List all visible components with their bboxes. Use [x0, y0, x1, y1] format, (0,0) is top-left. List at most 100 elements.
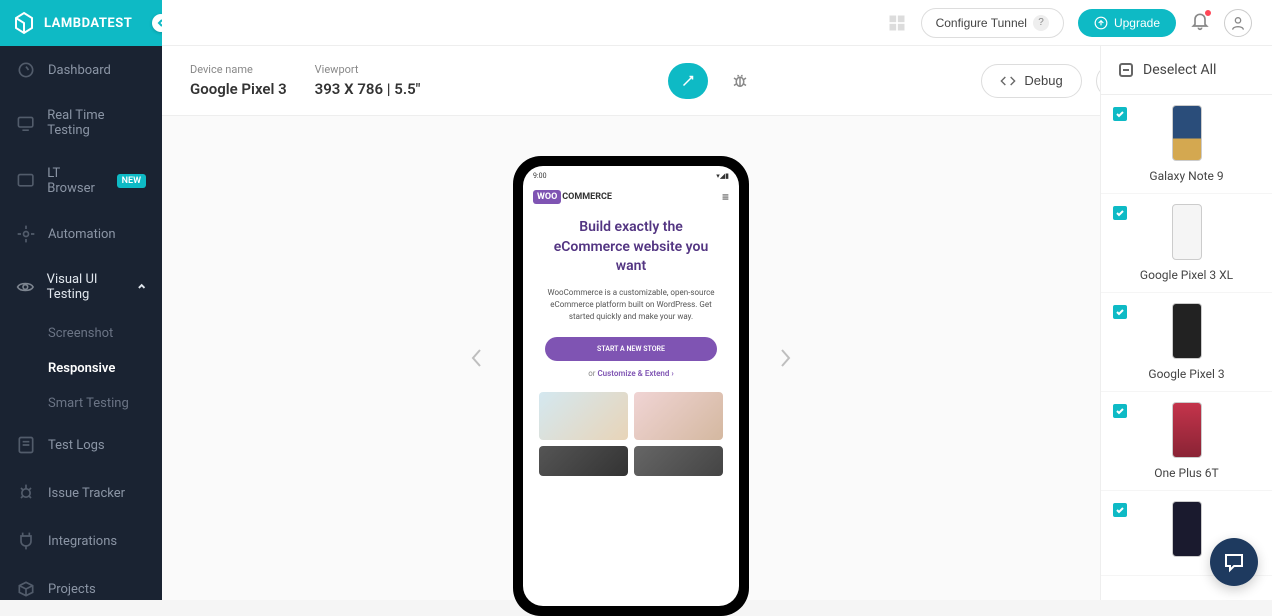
device-card-pixel3xl[interactable]: Google Pixel 3 XL: [1101, 194, 1272, 293]
bug-icon: [16, 483, 36, 503]
chevron-up-icon: [137, 282, 146, 292]
new-badge: NEW: [117, 174, 146, 188]
debug-label: Debug: [1024, 73, 1062, 88]
sidebar-item-realtime[interactable]: Real Time Testing: [0, 94, 162, 152]
phone-content: WOO COMMERCE ≡ Build exactly the eCommer…: [523, 182, 739, 484]
notification-dot: [1204, 9, 1212, 17]
sidebar-item-projects[interactable]: Projects: [0, 565, 162, 613]
sidebar-sub-responsive[interactable]: Responsive: [0, 351, 162, 386]
deselect-all-button[interactable]: Deselect All: [1101, 46, 1272, 95]
showcase-thumb: [634, 392, 723, 440]
device-name-label: Device name: [190, 63, 287, 76]
upgrade-button[interactable]: Upgrade: [1078, 9, 1176, 37]
device-card-galaxy-note9[interactable]: Galaxy Note 9: [1101, 95, 1272, 194]
sidebar-item-automation[interactable]: Automation: [0, 210, 162, 258]
prev-device-button[interactable]: [462, 338, 492, 378]
device-thumbnail: [1172, 105, 1202, 161]
sidebar-item-testlogs[interactable]: Test Logs: [0, 421, 162, 469]
sidebar: LAMBDATEST Dashboard Real Time Testing L…: [0, 0, 162, 600]
chat-icon: [1222, 550, 1246, 574]
device-name-value: Google Pixel 3: [190, 80, 287, 98]
logo-text: LAMBDATEST: [44, 16, 132, 31]
sidebar-item-ltbrowser[interactable]: LT Browser NEW: [0, 152, 162, 210]
box-icon: [16, 579, 36, 599]
configure-tunnel-button[interactable]: Configure Tunnel ?: [921, 8, 1064, 38]
start-store-button[interactable]: START A NEW STORE: [545, 337, 717, 361]
phone-signals: ▾◢▮: [716, 172, 729, 180]
deselect-icon: [1119, 63, 1133, 77]
sidebar-item-label: Visual UI Testing: [47, 272, 137, 302]
sidebar-item-label: Dashboard: [48, 63, 111, 78]
device-mockup: 9:00 ▾◢▮ WOO COMMERCE ≡ Build exactly th…: [513, 156, 749, 616]
main-preview-area: 9:00 ▾◢▮ WOO COMMERCE ≡ Build exactly th…: [162, 116, 1100, 600]
device-thumbnail: [1172, 303, 1202, 359]
deselect-label: Deselect All: [1143, 62, 1216, 78]
device-label: One Plus 6T: [1115, 466, 1258, 480]
device-list-panel: Deselect All Galaxy Note 9 Google Pixel …: [1100, 46, 1272, 600]
device-checkbox[interactable]: [1113, 206, 1127, 220]
sidebar-sub-screenshot[interactable]: Screenshot: [0, 316, 162, 351]
next-device-button[interactable]: [770, 338, 800, 378]
showcase-thumb: [634, 446, 723, 476]
logs-icon: [16, 435, 36, 455]
showcase-thumb: [539, 446, 628, 476]
device-label: Galaxy Note 9: [1115, 169, 1258, 183]
device-checkbox[interactable]: [1113, 404, 1127, 418]
upgrade-icon: [1094, 16, 1108, 30]
device-label: Google Pixel 3: [1115, 367, 1258, 381]
showcase-grid: [533, 392, 729, 476]
eye-icon: [16, 277, 35, 297]
screenshot-tool-button[interactable]: [668, 63, 708, 99]
device-label: Google Pixel 3 XL: [1115, 268, 1258, 282]
sidebar-item-issues[interactable]: Issue Tracker: [0, 469, 162, 517]
sidebar-item-label: Projects: [48, 582, 96, 597]
device-checkbox[interactable]: [1113, 305, 1127, 319]
topbar: Configure Tunnel ? Upgrade: [162, 0, 1272, 46]
sidebar-item-label: Automation: [48, 227, 116, 242]
notifications-button[interactable]: [1190, 11, 1210, 35]
sidebar-item-label: Integrations: [48, 534, 117, 549]
upgrade-label: Upgrade: [1114, 16, 1160, 30]
center-tools: [668, 63, 760, 99]
user-icon: [1230, 15, 1246, 31]
sidebar-sub-smart[interactable]: Smart Testing: [0, 386, 162, 421]
sidebar-header: LAMBDATEST: [0, 0, 162, 46]
sidebar-item-label: Issue Tracker: [48, 486, 125, 501]
realtime-icon: [16, 113, 35, 133]
grid-icon[interactable]: [887, 13, 907, 33]
sidebar-item-dashboard[interactable]: Dashboard: [0, 46, 162, 94]
browser-icon: [16, 171, 35, 191]
viewport-label: Viewport: [315, 63, 421, 76]
code-icon: [1000, 73, 1016, 89]
sidebar-item-label: LT Browser: [47, 166, 108, 196]
chat-button[interactable]: [1210, 538, 1258, 586]
customize-link[interactable]: or Customize & Extend ›: [533, 369, 729, 378]
device-card-oneplus6t[interactable]: One Plus 6T: [1101, 392, 1272, 491]
sidebar-item-integrations[interactable]: Integrations: [0, 517, 162, 565]
device-checkbox[interactable]: [1113, 107, 1127, 121]
automation-icon: [16, 224, 36, 244]
sidebar-item-label: Test Logs: [48, 438, 105, 453]
device-thumbnail: [1172, 402, 1202, 458]
viewport-value: 393 X 786 | 5.5": [315, 80, 421, 98]
device-checkbox[interactable]: [1113, 503, 1127, 517]
sidebar-item-label: Real Time Testing: [47, 108, 146, 138]
phone-screen: 9:00 ▾◢▮ WOO COMMERCE ≡ Build exactly th…: [523, 166, 739, 606]
viewport-info: Viewport 393 X 786 | 5.5": [315, 63, 421, 98]
debug-button[interactable]: Debug: [981, 64, 1081, 98]
user-avatar[interactable]: [1224, 9, 1252, 37]
commerce-text: COMMERCE: [562, 192, 612, 202]
customize-text: Customize & Extend ›: [597, 369, 673, 378]
logo-icon: [12, 11, 36, 35]
help-icon: ?: [1033, 15, 1049, 31]
phone-time: 9:00: [533, 172, 547, 180]
hamburger-icon[interactable]: ≡: [722, 190, 729, 204]
dashboard-icon: [16, 60, 36, 80]
bug-tool-button[interactable]: [720, 63, 760, 99]
device-thumbnail: [1172, 501, 1202, 557]
showcase-thumb: [539, 392, 628, 440]
woo-badge: WOO: [533, 190, 561, 204]
device-card-pixel3[interactable]: Google Pixel 3: [1101, 293, 1272, 392]
sidebar-item-visualui[interactable]: Visual UI Testing: [0, 258, 162, 316]
plug-icon: [16, 531, 36, 551]
